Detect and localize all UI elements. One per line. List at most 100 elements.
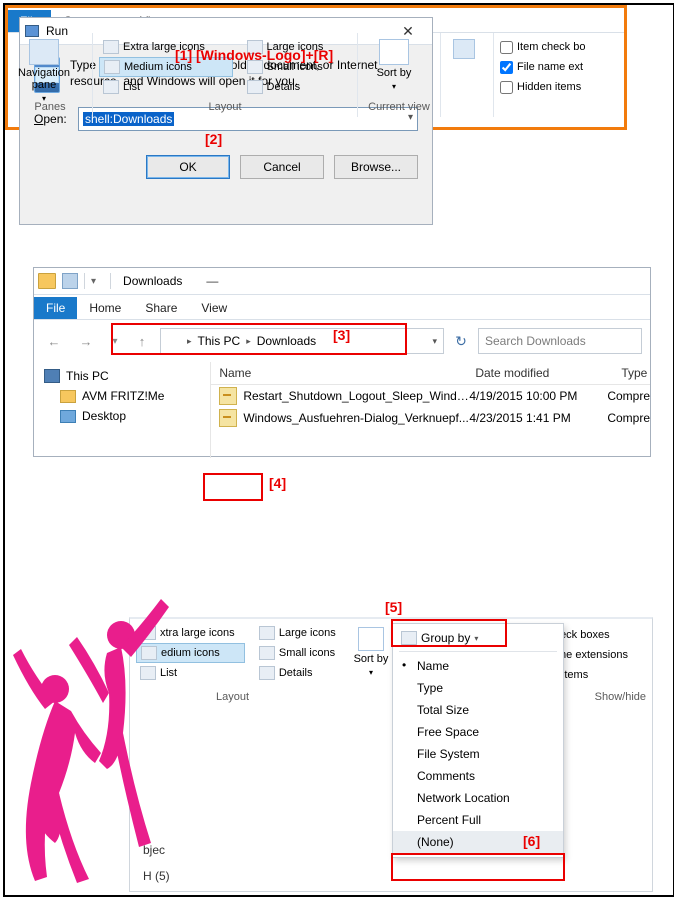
show-hide-checks: Item check bo File name ext Hidden items: [500, 35, 618, 97]
annotation-box-4: [203, 473, 263, 501]
groupby-header[interactable]: Group by▾: [393, 628, 563, 648]
group-label: Panes: [8, 101, 92, 117]
file-name: Windows_Ausfuehren-Dialog_Verknuepf...: [243, 411, 469, 425]
folder-icon[interactable]: [38, 273, 56, 289]
group-label: Show/hide: [595, 691, 646, 703]
tab-view[interactable]: View: [189, 297, 239, 319]
details-icon: [259, 666, 275, 680]
chk-file-ext[interactable]: File name ext: [500, 57, 618, 77]
column-name[interactable]: Name: [211, 366, 467, 380]
opt-large[interactable]: Large icons: [255, 623, 346, 643]
list-icon: [103, 80, 119, 94]
menu-item-none[interactable]: (None): [393, 831, 563, 853]
tab-share[interactable]: Share: [133, 297, 189, 319]
navigation-pane-button[interactable]: Navigation pane▾: [14, 35, 74, 105]
breadcrumb[interactable]: Downloads: [257, 334, 316, 348]
groupby-small[interactable]: [447, 35, 481, 59]
opt-large[interactable]: Large icons: [243, 37, 351, 57]
opt-details[interactable]: Details: [243, 77, 351, 97]
menu-item[interactable]: Free Space: [393, 721, 563, 743]
chk-item-boxes[interactable]: Item check bo: [500, 37, 618, 57]
tab-file[interactable]: File: [34, 297, 77, 319]
group-label: Layout: [93, 101, 357, 117]
menu-item[interactable]: Network Location: [393, 787, 563, 809]
chevron-down-icon[interactable]: ▾: [91, 276, 96, 287]
navitem-thispc[interactable]: This PC: [44, 366, 210, 386]
opt-small[interactable]: Small icons: [243, 57, 351, 77]
annotation-5: [5]: [385, 599, 402, 615]
sort-by-button[interactable]: Sort by▾: [364, 35, 424, 93]
menu-item[interactable]: Name: [393, 655, 563, 677]
nav-pane: This PC AVM FRITZ!Me Desktop: [34, 362, 211, 458]
icons-icon: [259, 626, 275, 640]
opt-medium[interactable]: Medium icons: [99, 57, 233, 77]
menu-item[interactable]: File System: [393, 743, 563, 765]
icons-icon: [247, 40, 263, 54]
tab-home[interactable]: Home: [77, 297, 133, 319]
icons-icon: [247, 60, 263, 74]
forward-icon[interactable]: →: [74, 329, 98, 353]
zip-icon: [219, 387, 237, 405]
file-name: Restart_Shutdown_Logout_Sleep_Windo...: [243, 389, 469, 403]
breadcrumb[interactable]: This PC: [198, 334, 241, 348]
chevron-right-icon: ▸: [246, 336, 251, 347]
cancel-button[interactable]: Cancel: [240, 155, 324, 179]
zip-icon: [219, 409, 237, 427]
back-icon[interactable]: ←: [42, 329, 66, 353]
save-icon[interactable]: [62, 273, 78, 289]
group-icon: [401, 631, 417, 645]
opt-details[interactable]: Details: [255, 663, 346, 683]
column-type[interactable]: Type: [613, 366, 650, 380]
sort-icon: [358, 627, 384, 651]
group-label: Current view: [358, 101, 440, 117]
opt-extra-large[interactable]: Extra large icons: [99, 37, 233, 57]
chevron-down-icon[interactable]: ▾: [106, 329, 124, 353]
folder-icon: [167, 335, 181, 347]
groupby-panel: xtra large icons Large icons edium icons…: [129, 617, 653, 892]
sort-icon: [379, 39, 409, 65]
menu-item[interactable]: Type: [393, 677, 563, 699]
up-icon[interactable]: ↑: [132, 329, 152, 353]
search-input[interactable]: Search Downloads: [478, 328, 642, 354]
group-icon: [453, 39, 475, 59]
icons-icon: [104, 60, 120, 74]
address-bar[interactable]: ▸ This PC ▸ Downloads ▾: [160, 328, 444, 354]
pc-icon: [44, 369, 60, 383]
column-date[interactable]: Date modified: [467, 366, 613, 380]
navitem-avm[interactable]: AVM FRITZ!Me: [44, 386, 210, 406]
icons-icon: [103, 40, 119, 54]
file-list: Name Date modified Type Restart_Shutdown…: [211, 362, 650, 458]
group-label: Layout: [216, 691, 249, 703]
opt-small[interactable]: Small icons: [255, 643, 346, 663]
chevron-down-icon[interactable]: ▾: [432, 336, 437, 347]
decorative-figures: [11, 593, 171, 883]
menu-item[interactable]: Total Size: [393, 699, 563, 721]
explorer-title: Downloads: [123, 274, 182, 288]
table-row[interactable]: Windows_Ausfuehren-Dialog_Verknuepf... 4…: [211, 407, 650, 429]
groupby-menu: Group by▾ Name Type Total Size Free Spac…: [392, 623, 564, 858]
menu-item[interactable]: Percent Full: [393, 809, 563, 831]
chk-hidden[interactable]: Hidden items: [500, 77, 618, 97]
browse-button[interactable]: Browse...: [334, 155, 418, 179]
explorer-qat: ▾ Downloads —: [34, 268, 650, 295]
navpane-icon: [29, 39, 59, 65]
refresh-icon[interactable]: ↻: [452, 332, 470, 350]
layout-options: Extra large icons Large icons Medium ico…: [99, 35, 351, 97]
opt-list[interactable]: List: [99, 77, 233, 97]
folder-icon: [60, 390, 76, 403]
navitem-desktop[interactable]: Desktop: [44, 406, 210, 426]
explorer-window: ▾ Downloads — File Home Share View ← → ▾…: [33, 267, 651, 457]
file-type: Compre: [607, 389, 650, 403]
minimize-icon[interactable]: —: [194, 270, 230, 292]
menu-item[interactable]: Comments: [393, 765, 563, 787]
explorer-tabs: File Home Share View: [34, 295, 650, 320]
annotation-4: [4]: [269, 475, 286, 491]
chevron-right-icon: ▸: [187, 336, 192, 347]
file-date: 4/23/2015 1:41 PM: [469, 411, 607, 425]
ok-button[interactable]: OK: [146, 155, 230, 179]
file-type: Compre: [607, 411, 650, 425]
sort-by-button[interactable]: Sort by▾: [352, 623, 390, 679]
file-date: 4/19/2015 10:00 PM: [469, 389, 607, 403]
icons-icon: [259, 646, 275, 660]
table-row[interactable]: Restart_Shutdown_Logout_Sleep_Windo... 4…: [211, 385, 650, 407]
